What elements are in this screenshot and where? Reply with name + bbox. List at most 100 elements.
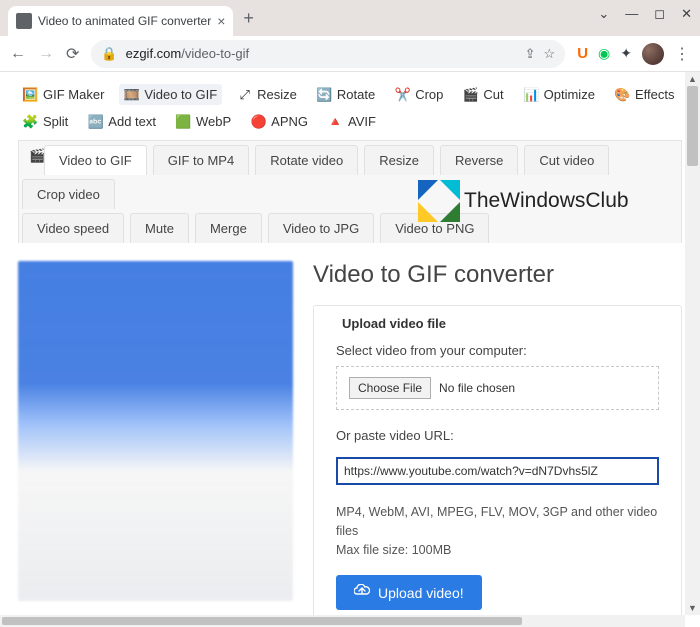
extension-u-icon[interactable]: U bbox=[577, 45, 588, 62]
maximize-icon[interactable]: ◻ bbox=[654, 6, 665, 22]
subtab-video-to-jpg[interactable]: Video to JPG bbox=[268, 213, 374, 243]
tool-avif[interactable]: 🔺 AVIF bbox=[323, 111, 381, 132]
tool-label: AVIF bbox=[348, 114, 376, 129]
tool-add-text[interactable]: 🔤 Add text bbox=[83, 111, 161, 132]
upload-button-label: Upload video! bbox=[378, 585, 464, 601]
secondary-toolbar: 🧩 Split 🔤 Add text 🟩 WebP 🔴 APNG 🔺 AVIF bbox=[18, 111, 682, 132]
subtab-video-to-gif[interactable]: Video to GIF bbox=[44, 145, 147, 175]
browser-titlebar: Video to animated GIF converter × + ⌄ ― … bbox=[0, 0, 700, 36]
video-url-input[interactable] bbox=[336, 457, 659, 485]
hscroll-thumb[interactable] bbox=[2, 617, 522, 625]
tool-resize[interactable]: ⤢ Resize bbox=[232, 84, 302, 105]
minimize-icon[interactable]: ― bbox=[625, 6, 638, 22]
apng-icon: 🔴 bbox=[251, 114, 266, 129]
tool-split[interactable]: 🧩 Split bbox=[18, 111, 73, 132]
tool-gif-maker[interactable]: 🖼️ GIF Maker bbox=[18, 84, 109, 105]
upload-cloud-icon bbox=[354, 584, 370, 601]
video-icon: 🎞️ bbox=[124, 87, 139, 102]
select-file-label: Select video from your computer: bbox=[336, 343, 659, 358]
reload-button[interactable]: ⟳ bbox=[66, 44, 79, 64]
url-host: ezgif.com bbox=[126, 46, 182, 61]
scroll-up-icon[interactable]: ▲ bbox=[685, 72, 700, 86]
tool-video-to-gif[interactable]: 🎞️ Video to GIF bbox=[119, 84, 222, 105]
tool-crop[interactable]: ✂️ Crop bbox=[390, 84, 448, 105]
profile-avatar[interactable] bbox=[642, 43, 664, 65]
url-path: /video-to-gif bbox=[181, 46, 249, 61]
subtab-cut-video[interactable]: Cut video bbox=[524, 145, 609, 175]
menu-icon[interactable]: ⋮ bbox=[674, 44, 690, 64]
upload-card: Upload video file Select video from your… bbox=[313, 305, 682, 627]
optimize-icon: 📊 bbox=[524, 87, 539, 102]
tool-webp[interactable]: 🟩 WebP bbox=[171, 111, 236, 132]
close-tab-icon[interactable]: × bbox=[217, 13, 225, 29]
close-window-icon[interactable]: ✕ bbox=[681, 6, 692, 22]
tool-rotate[interactable]: 🔄 Rotate bbox=[312, 84, 380, 105]
split-icon: 🧩 bbox=[23, 114, 38, 129]
subtab-merge[interactable]: Merge bbox=[195, 213, 262, 243]
subtab-mute[interactable]: Mute bbox=[130, 213, 189, 243]
file-chosen-text: No file chosen bbox=[439, 381, 515, 395]
tool-label: Cut bbox=[483, 87, 503, 102]
browser-toolbar: ← → ⟳ 🔒 ezgif.com/video-to-gif ⇪ ☆ U ◉ ✦… bbox=[0, 36, 700, 72]
rotate-icon: 🔄 bbox=[317, 87, 332, 102]
crop-icon: ✂️ bbox=[395, 87, 410, 102]
scroll-down-icon[interactable]: ▼ bbox=[685, 601, 700, 615]
tool-optimize[interactable]: 📊Optimize bbox=[519, 84, 600, 105]
address-bar[interactable]: 🔒 ezgif.com/video-to-gif ⇪ ☆ bbox=[91, 40, 565, 68]
page-title: Video to GIF converter bbox=[313, 261, 682, 289]
horizontal-scrollbar[interactable] bbox=[0, 615, 685, 627]
subtab-reverse[interactable]: Reverse bbox=[440, 145, 518, 175]
watermark-logo-icon bbox=[418, 180, 460, 222]
main-toolbar: 🖼️ GIF Maker 🎞️ Video to GIF ⤢ Resize 🔄 Rotate ✂… bbox=[18, 84, 682, 105]
subtab-resize[interactable]: Resize bbox=[364, 145, 434, 175]
tool-apng[interactable]: 🔴 APNG bbox=[246, 111, 313, 132]
tool-label: Split bbox=[43, 114, 68, 129]
watermark: TheWindowsClub bbox=[418, 180, 629, 222]
resize-icon: ⤢ bbox=[237, 87, 252, 102]
tool-label: GIF Maker bbox=[43, 87, 104, 102]
effects-icon: 🎨 bbox=[615, 87, 630, 102]
subtab-gif-to-mp4[interactable]: GIF to MP4 bbox=[153, 145, 249, 175]
tool-effects[interactable]: 🎨 Effects bbox=[610, 84, 680, 105]
browser-tab[interactable]: Video to animated GIF converter × bbox=[8, 6, 233, 36]
tool-label: Crop bbox=[415, 87, 443, 102]
new-tab-button[interactable]: + bbox=[233, 8, 264, 29]
bookmark-icon[interactable]: ☆ bbox=[544, 46, 556, 62]
tool-label: Resize bbox=[257, 87, 297, 102]
webp-icon: 🟩 bbox=[176, 114, 191, 129]
subtab-video-speed[interactable]: Video speed bbox=[22, 213, 124, 243]
favicon-icon bbox=[16, 13, 32, 29]
tool-label: Effects bbox=[635, 87, 675, 102]
lock-icon: 🔒 bbox=[101, 46, 117, 62]
cut-icon: 🎬 bbox=[463, 87, 478, 102]
tool-label: WebP bbox=[196, 114, 231, 129]
extension-grammarly-icon[interactable]: ◉ bbox=[598, 45, 610, 62]
scroll-thumb[interactable] bbox=[687, 86, 698, 166]
subtab-rotate-video[interactable]: Rotate video bbox=[255, 145, 358, 175]
upload-button[interactable]: Upload video! bbox=[336, 575, 482, 610]
url-label: Or paste video URL: bbox=[336, 428, 659, 443]
tool-label: APNG bbox=[271, 114, 308, 129]
vertical-scrollbar[interactable]: ▲ ▼ bbox=[685, 72, 700, 615]
tool-label: Video to GIF bbox=[144, 87, 217, 102]
clapper-icon: 🎬 bbox=[19, 141, 41, 175]
share-icon[interactable]: ⇪ bbox=[525, 46, 536, 62]
subtab-crop-video[interactable]: Crop video bbox=[22, 179, 115, 209]
video-preview bbox=[18, 261, 293, 601]
gif-icon: 🖼️ bbox=[23, 87, 38, 102]
tool-cut[interactable]: 🎬 Cut bbox=[458, 84, 508, 105]
choose-file-button[interactable]: Choose File bbox=[349, 377, 431, 399]
formats-hint: MP4, WebM, AVI, MPEG, FLV, MOV, 3GP and … bbox=[336, 503, 659, 559]
extensions-icon[interactable]: ✦ bbox=[620, 45, 632, 62]
back-button[interactable]: ← bbox=[10, 45, 26, 63]
tab-title: Video to animated GIF converter bbox=[38, 14, 211, 28]
card-title: Upload video file bbox=[314, 306, 681, 343]
file-input-group[interactable]: Choose File No file chosen bbox=[336, 366, 659, 410]
forward-button[interactable]: → bbox=[38, 45, 54, 63]
text-icon: 🔤 bbox=[88, 114, 103, 129]
tool-label: Rotate bbox=[337, 87, 375, 102]
window-dropdown-icon[interactable]: ⌄ bbox=[598, 6, 609, 22]
avif-icon: 🔺 bbox=[328, 114, 343, 129]
tool-label: Add text bbox=[108, 114, 156, 129]
window-controls: ⌄ ― ◻ ✕ bbox=[598, 6, 692, 22]
